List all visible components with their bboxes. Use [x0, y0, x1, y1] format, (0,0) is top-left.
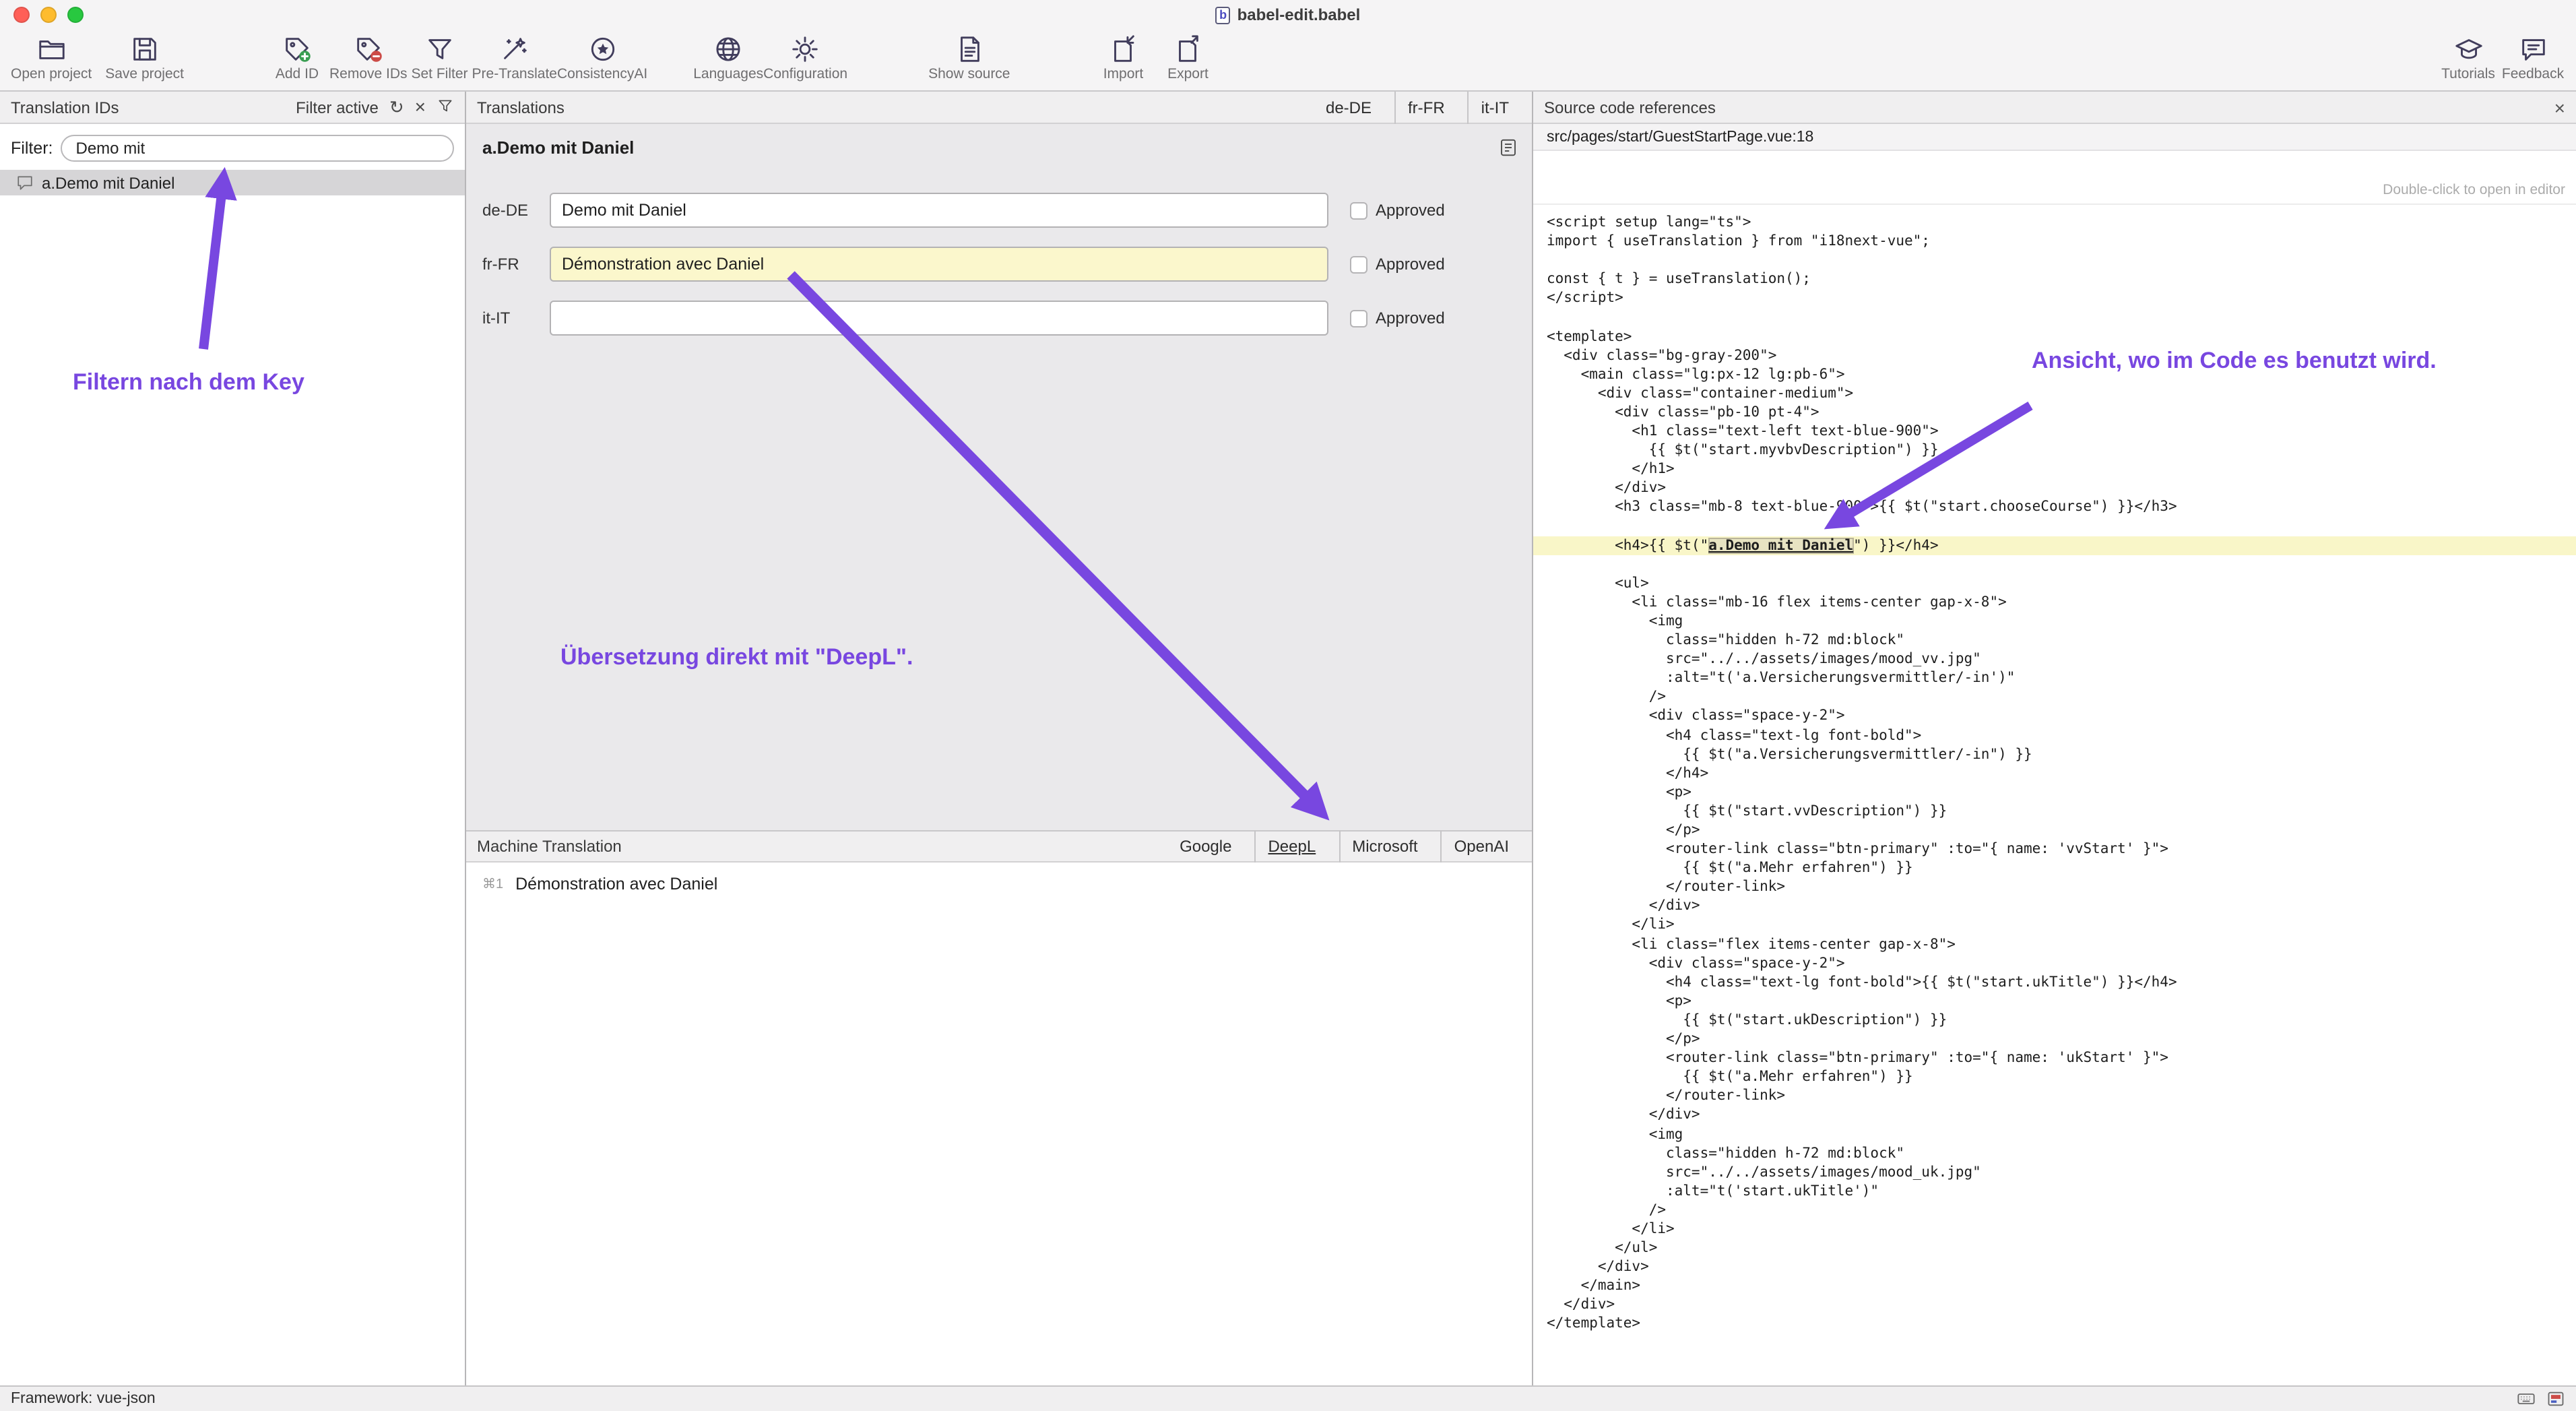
source-document-icon: [954, 34, 985, 65]
remove-ids-button[interactable]: Remove IDs: [329, 34, 408, 82]
mt-suggestion-row[interactable]: ⌘1 Démonstration avec Daniel: [466, 872, 1532, 896]
source-open-hint: Double-click to open in editor: [1533, 151, 2576, 205]
translation-input-fr[interactable]: Démonstration avec Daniel: [550, 247, 1328, 282]
framework-label: Framework: vue-json: [11, 1391, 156, 1407]
keyboard-icon: [2517, 1389, 2536, 1408]
filter-input[interactable]: Demo mit: [61, 135, 455, 162]
approved-label: Approved: [1376, 255, 1445, 274]
translations-header: Translations de-DE fr-FR it-IT: [466, 92, 1532, 124]
open-project-button[interactable]: Open project: [11, 34, 92, 82]
mt-tab-openai[interactable]: OpenAI: [1441, 830, 1521, 863]
app-document-icon: b: [1216, 6, 1231, 24]
close-window-button[interactable]: [13, 7, 30, 23]
translation-ids-panel: Translation IDs Filter active ↻ × Filter…: [0, 92, 465, 1385]
save-project-button[interactable]: Save project: [105, 34, 184, 82]
translation-id-list: a.Demo mit Daniel: [0, 170, 465, 1385]
gear-icon: [790, 34, 821, 65]
minimize-window-button[interactable]: [40, 7, 57, 23]
traffic-lights: [13, 7, 84, 23]
approved-checkbox-de[interactable]: [1350, 201, 1367, 219]
lang-label: fr-FR: [482, 255, 550, 274]
approved-label: Approved: [1376, 309, 1445, 327]
consistency-seal-icon: [587, 34, 618, 65]
configuration-button[interactable]: Configuration: [763, 34, 847, 82]
tag-add-icon: [282, 34, 313, 65]
machine-translation-content: ⌘1 Démonstration avec Daniel: [466, 863, 1532, 1385]
approved-checkbox-fr[interactable]: [1350, 255, 1367, 273]
globe-icon: [713, 34, 744, 65]
approved-label: Approved: [1376, 201, 1445, 220]
input-source-icon: [2546, 1389, 2565, 1408]
mt-suggestion-text: Démonstration avec Daniel: [515, 875, 717, 893]
window-title: b babel-edit.babel: [1216, 5, 1361, 24]
translations-panel: Translations de-DE fr-FR it-IT a.Demo mi…: [466, 92, 1532, 1385]
lang-label: it-IT: [482, 309, 550, 327]
language-tab-de[interactable]: de-DE: [1314, 91, 1384, 123]
close-panel-icon[interactable]: ×: [2554, 98, 2565, 117]
languages-button[interactable]: Languages: [693, 34, 763, 82]
approved-checkbox-it[interactable]: [1350, 309, 1367, 327]
main-area: Translation IDs Filter active ↻ × Filter…: [0, 92, 2576, 1385]
pre-translate-button[interactable]: Pre-Translate: [472, 34, 557, 82]
filter-row: Filter: Demo mit: [0, 124, 465, 170]
filter-label: Filter:: [11, 139, 53, 158]
folder-open-icon: [36, 34, 67, 65]
speech-bubble-icon: [2517, 34, 2548, 65]
comment-bubble-icon: [16, 174, 34, 191]
titlebar: b babel-edit.babel: [0, 0, 2576, 30]
language-tab-it[interactable]: it-IT: [1468, 91, 1521, 123]
source-reference-item[interactable]: src/pages/start/GuestStartPage.vue:18: [1533, 124, 2576, 151]
lang-label: de-DE: [482, 201, 550, 220]
show-source-button[interactable]: Show source: [928, 34, 1010, 82]
translation-row-de: de-DE Demo mit Daniel Approved: [482, 193, 1516, 228]
zoom-window-button[interactable]: [67, 7, 84, 23]
filter-active-label: Filter active: [296, 98, 379, 117]
translations-editor: a.Demo mit Daniel de-DE Demo mit Daniel …: [466, 124, 1532, 830]
clear-filter-icon[interactable]: ×: [415, 98, 426, 116]
tutorials-button[interactable]: Tutorials: [2436, 34, 2501, 82]
import-icon: [1108, 34, 1139, 65]
translation-ids-header: Translation IDs Filter active ↻ ×: [0, 92, 465, 124]
source-references-header: Source code references ×: [1533, 92, 2576, 124]
export-icon: [1173, 34, 1204, 65]
graduation-cap-icon: [2453, 34, 2484, 65]
translation-input-de[interactable]: Demo mit Daniel: [550, 193, 1328, 228]
mt-tab-deepl[interactable]: DeepL: [1254, 830, 1328, 863]
set-filter-button[interactable]: Set Filter: [408, 34, 472, 82]
language-tab-fr[interactable]: fr-FR: [1394, 91, 1457, 123]
mt-tab-microsoft[interactable]: Microsoft: [1339, 830, 1429, 863]
save-icon: [129, 34, 160, 65]
source-references-panel: Source code references × src/pages/start…: [1533, 92, 2576, 1385]
refresh-filter-icon[interactable]: ↻: [389, 98, 404, 116]
list-item[interactable]: a.Demo mit Daniel: [0, 170, 465, 195]
filter-funnel-icon[interactable]: [437, 97, 454, 117]
shortcut-badge: ⌘1: [482, 877, 503, 891]
entry-title: a.Demo mit Daniel: [482, 137, 1516, 158]
import-button[interactable]: Import: [1091, 34, 1156, 82]
translation-input-it[interactable]: [550, 301, 1328, 336]
panel-title: Source code references: [1544, 98, 1716, 117]
add-id-button[interactable]: Add ID: [265, 34, 329, 82]
magic-wand-icon: [499, 34, 530, 65]
note-icon: [1498, 137, 1518, 158]
tag-remove-icon: [353, 34, 384, 65]
consistency-ai-button[interactable]: ConsistencyAI: [557, 34, 647, 82]
highlighted-translation-key[interactable]: a.Demo mit Daniel: [1708, 537, 1853, 553]
panel-title: Translation IDs: [11, 98, 119, 117]
panel-title: Machine Translation: [477, 837, 622, 856]
translation-row-it: it-IT Approved: [482, 301, 1516, 336]
babeledit-window: b babel-edit.babel Open project Save pro…: [0, 0, 2576, 1411]
feedback-button[interactable]: Feedback: [2501, 34, 2565, 82]
source-code: <script setup lang="ts">import { useTran…: [1533, 205, 2576, 1385]
status-bar: Framework: vue-json: [0, 1385, 2576, 1411]
machine-translation-header: Machine Translation Google DeepL Microso…: [466, 830, 1532, 863]
translation-row-fr: fr-FR Démonstration avec Daniel Approved: [482, 247, 1516, 282]
toolbar: Open project Save project Add ID Remove …: [0, 30, 2576, 92]
funnel-icon: [424, 34, 455, 65]
panel-title: Translations: [477, 98, 565, 117]
export-button[interactable]: Export: [1156, 34, 1221, 82]
comment-note-button[interactable]: [1498, 137, 1518, 164]
mt-tab-google[interactable]: Google: [1167, 830, 1244, 863]
